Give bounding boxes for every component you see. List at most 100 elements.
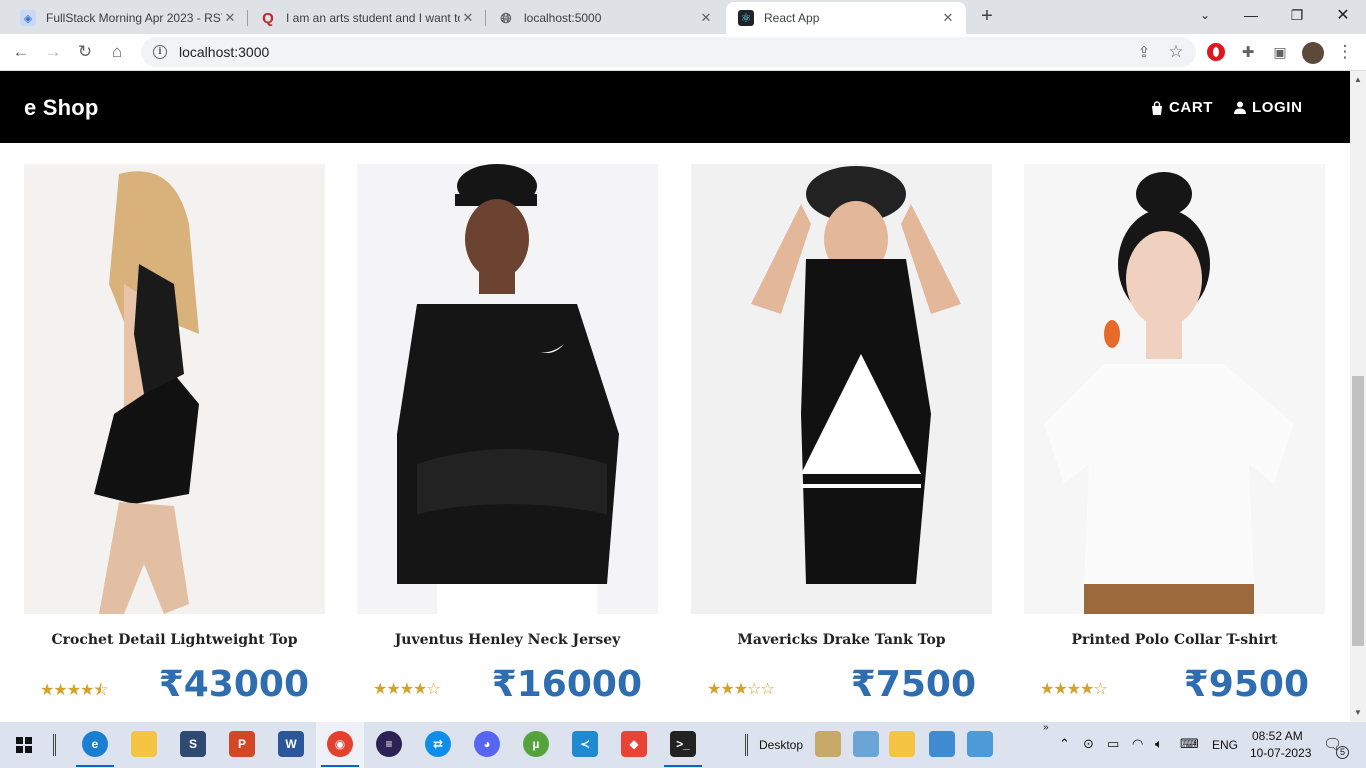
url-text: localhost:3000 [179,44,270,60]
network-icon[interactable] [929,731,955,757]
tab-title: I am an arts student and I want to [286,11,460,25]
rating-stars: ★★★★☆ [373,681,441,698]
product-image[interactable] [691,164,992,614]
vscode-icon[interactable]: ≺ [572,731,598,757]
clock-date[interactable]: 10-07-2023 [1250,746,1311,760]
toolbar-overflow-icon[interactable]: » [1043,722,1049,733]
product-card[interactable]: Mavericks Drake Tank Top ★★★☆☆ ₹7500 [691,164,992,705]
close-window-button[interactable]: ✕ [1320,0,1366,30]
menu-kebab-icon[interactable]: ⋮ [1332,39,1358,65]
home-button[interactable]: ⌂ [104,39,130,65]
new-tab-button[interactable]: + [976,6,998,28]
react-icon: ⚛ [738,10,754,26]
folder-icon[interactable] [889,731,915,757]
product-title[interactable]: Printed Polo Collar T-shirt [1024,632,1325,648]
anydesk-icon[interactable]: ◆ [621,731,647,757]
notification-count-badge: 5 [1336,746,1349,759]
forward-button[interactable]: → [40,39,66,65]
utorrent-icon[interactable]: µ [523,731,549,757]
tab-react-app[interactable]: ⚛ React App ✕ [726,2,966,34]
eclipse-icon[interactable]: ≡ [376,731,402,757]
extensions-puzzle-icon[interactable]: ✚ [1235,39,1261,65]
sql-server-icon[interactable]: S [180,731,206,757]
rating-stars: ★★★★☆ [1040,681,1108,698]
reload-button[interactable]: ↻ [72,39,98,65]
tab-localhost-5000[interactable]: 🌐︎ localhost:5000 ✕ [486,2,724,34]
app-navbar: e Shop CART LOGIN [0,71,1350,143]
close-icon[interactable]: ✕ [940,10,956,26]
terminal-icon[interactable]: >_ [670,731,696,757]
wifi-icon[interactable]: ◠ [1132,736,1143,752]
taskbar-divider [53,734,56,756]
webcam-icon[interactable]: ⊙ [1083,736,1094,752]
keyboard-icon[interactable]: ⌨ [1180,736,1199,752]
product-price: ₹7500 [850,664,976,705]
windows-taskbar: e S P W ◉ ≡ ⇄ ◕ µ ≺ ◆ >_ Desktop » ⌃ ⊙ ▭… [0,722,1366,768]
product-card[interactable]: Printed Polo Collar T-shirt ★★★★☆ ₹9500 [1024,164,1325,705]
product-image[interactable] [357,164,658,614]
control-panel-icon[interactable] [967,731,993,757]
this-pc-icon[interactable] [853,731,879,757]
tab-title: FullStack Morning Apr 2023 - RST [46,11,222,25]
bookmark-star-icon[interactable]: ☆ [1163,39,1189,65]
running-indicator [664,765,702,767]
cart-link[interactable]: CART [1151,99,1213,116]
profile-avatar[interactable] [1302,42,1324,64]
login-link[interactable]: LOGIN [1234,99,1303,116]
product-image[interactable] [1024,164,1325,614]
running-indicator [76,765,114,767]
close-icon[interactable]: ✕ [222,10,238,26]
address-bar[interactable]: i localhost:3000 [141,37,1196,67]
tab-quora[interactable]: Q I am an arts student and I want to ✕ [248,2,486,34]
tab-fullstack[interactable]: ◈ FullStack Morning Apr 2023 - RST ✕ [8,2,248,34]
back-button[interactable]: ← [8,39,34,65]
page-scrollbar[interactable]: ▲ ▼ [1350,71,1366,722]
edge-icon[interactable]: e [82,731,108,757]
battery-icon[interactable]: ▭ [1107,736,1119,752]
word-icon[interactable]: W [278,731,304,757]
show-hidden-icons-chevron[interactable]: ⌃ [1059,736,1070,752]
product-title[interactable]: Juventus Henley Neck Jersey [357,632,658,648]
chrome-icon[interactable]: ◉ [327,731,353,757]
bookmark-icon: ◈ [20,10,36,26]
rating-stars: ★★★☆☆ [707,681,775,698]
close-icon[interactable]: ✕ [698,10,714,26]
windows-start-icon[interactable] [16,737,32,753]
tab-strip: ◈ FullStack Morning Apr 2023 - RST ✕ Q I… [0,0,1366,34]
product-title[interactable]: Mavericks Drake Tank Top [691,632,992,648]
discord-icon[interactable]: ◕ [474,731,500,757]
brand-logo[interactable]: e Shop [24,95,99,121]
cart-label: CART [1169,99,1214,116]
shopping-bag-icon [1152,100,1162,115]
close-icon[interactable]: ✕ [460,10,476,26]
info-icon[interactable]: i [153,45,167,59]
scrollbar-thumb[interactable] [1352,376,1364,646]
product-image[interactable] [24,164,325,614]
user-folder-icon[interactable] [815,731,841,757]
desktop-toolbar-label[interactable]: Desktop [759,738,803,752]
rating-stars: ★★★★⯪ [40,682,109,699]
tab-title: React App [764,11,820,25]
product-card[interactable]: Crochet Detail Lightweight Top ★★★★⯪ ₹43… [24,164,325,705]
file-explorer-icon[interactable] [131,731,157,757]
product-title[interactable]: Crochet Detail Lightweight Top [24,632,325,648]
opera-extension-icon[interactable] [1207,43,1225,61]
quora-icon: Q [262,9,274,27]
scroll-up-icon[interactable]: ▲ [1354,75,1362,84]
volume-icon[interactable]: 🔈︎ [1155,736,1163,752]
share-icon[interactable]: ⇪ [1131,39,1157,65]
side-panel-icon[interactable]: ▣ [1267,39,1293,65]
clock-time[interactable]: 08:52 AM [1252,729,1303,743]
taskbar-divider [745,734,748,756]
page-viewport: e Shop CART LOGIN Crochet Detail Lightwe… [0,71,1350,722]
product-price: ₹16000 [491,664,642,705]
language-indicator[interactable]: ENG [1212,738,1238,752]
user-icon [1234,101,1246,114]
product-card[interactable]: Juventus Henley Neck Jersey ★★★★☆ ₹16000 [357,164,658,705]
teamviewer-icon[interactable]: ⇄ [425,731,451,757]
powerpoint-icon[interactable]: P [229,731,255,757]
minimize-button[interactable]: — [1228,0,1274,30]
scroll-down-icon[interactable]: ▼ [1354,708,1362,717]
maximize-button[interactable]: ❐ [1274,0,1320,30]
tab-search-icon[interactable]: ⌄ [1182,0,1228,30]
